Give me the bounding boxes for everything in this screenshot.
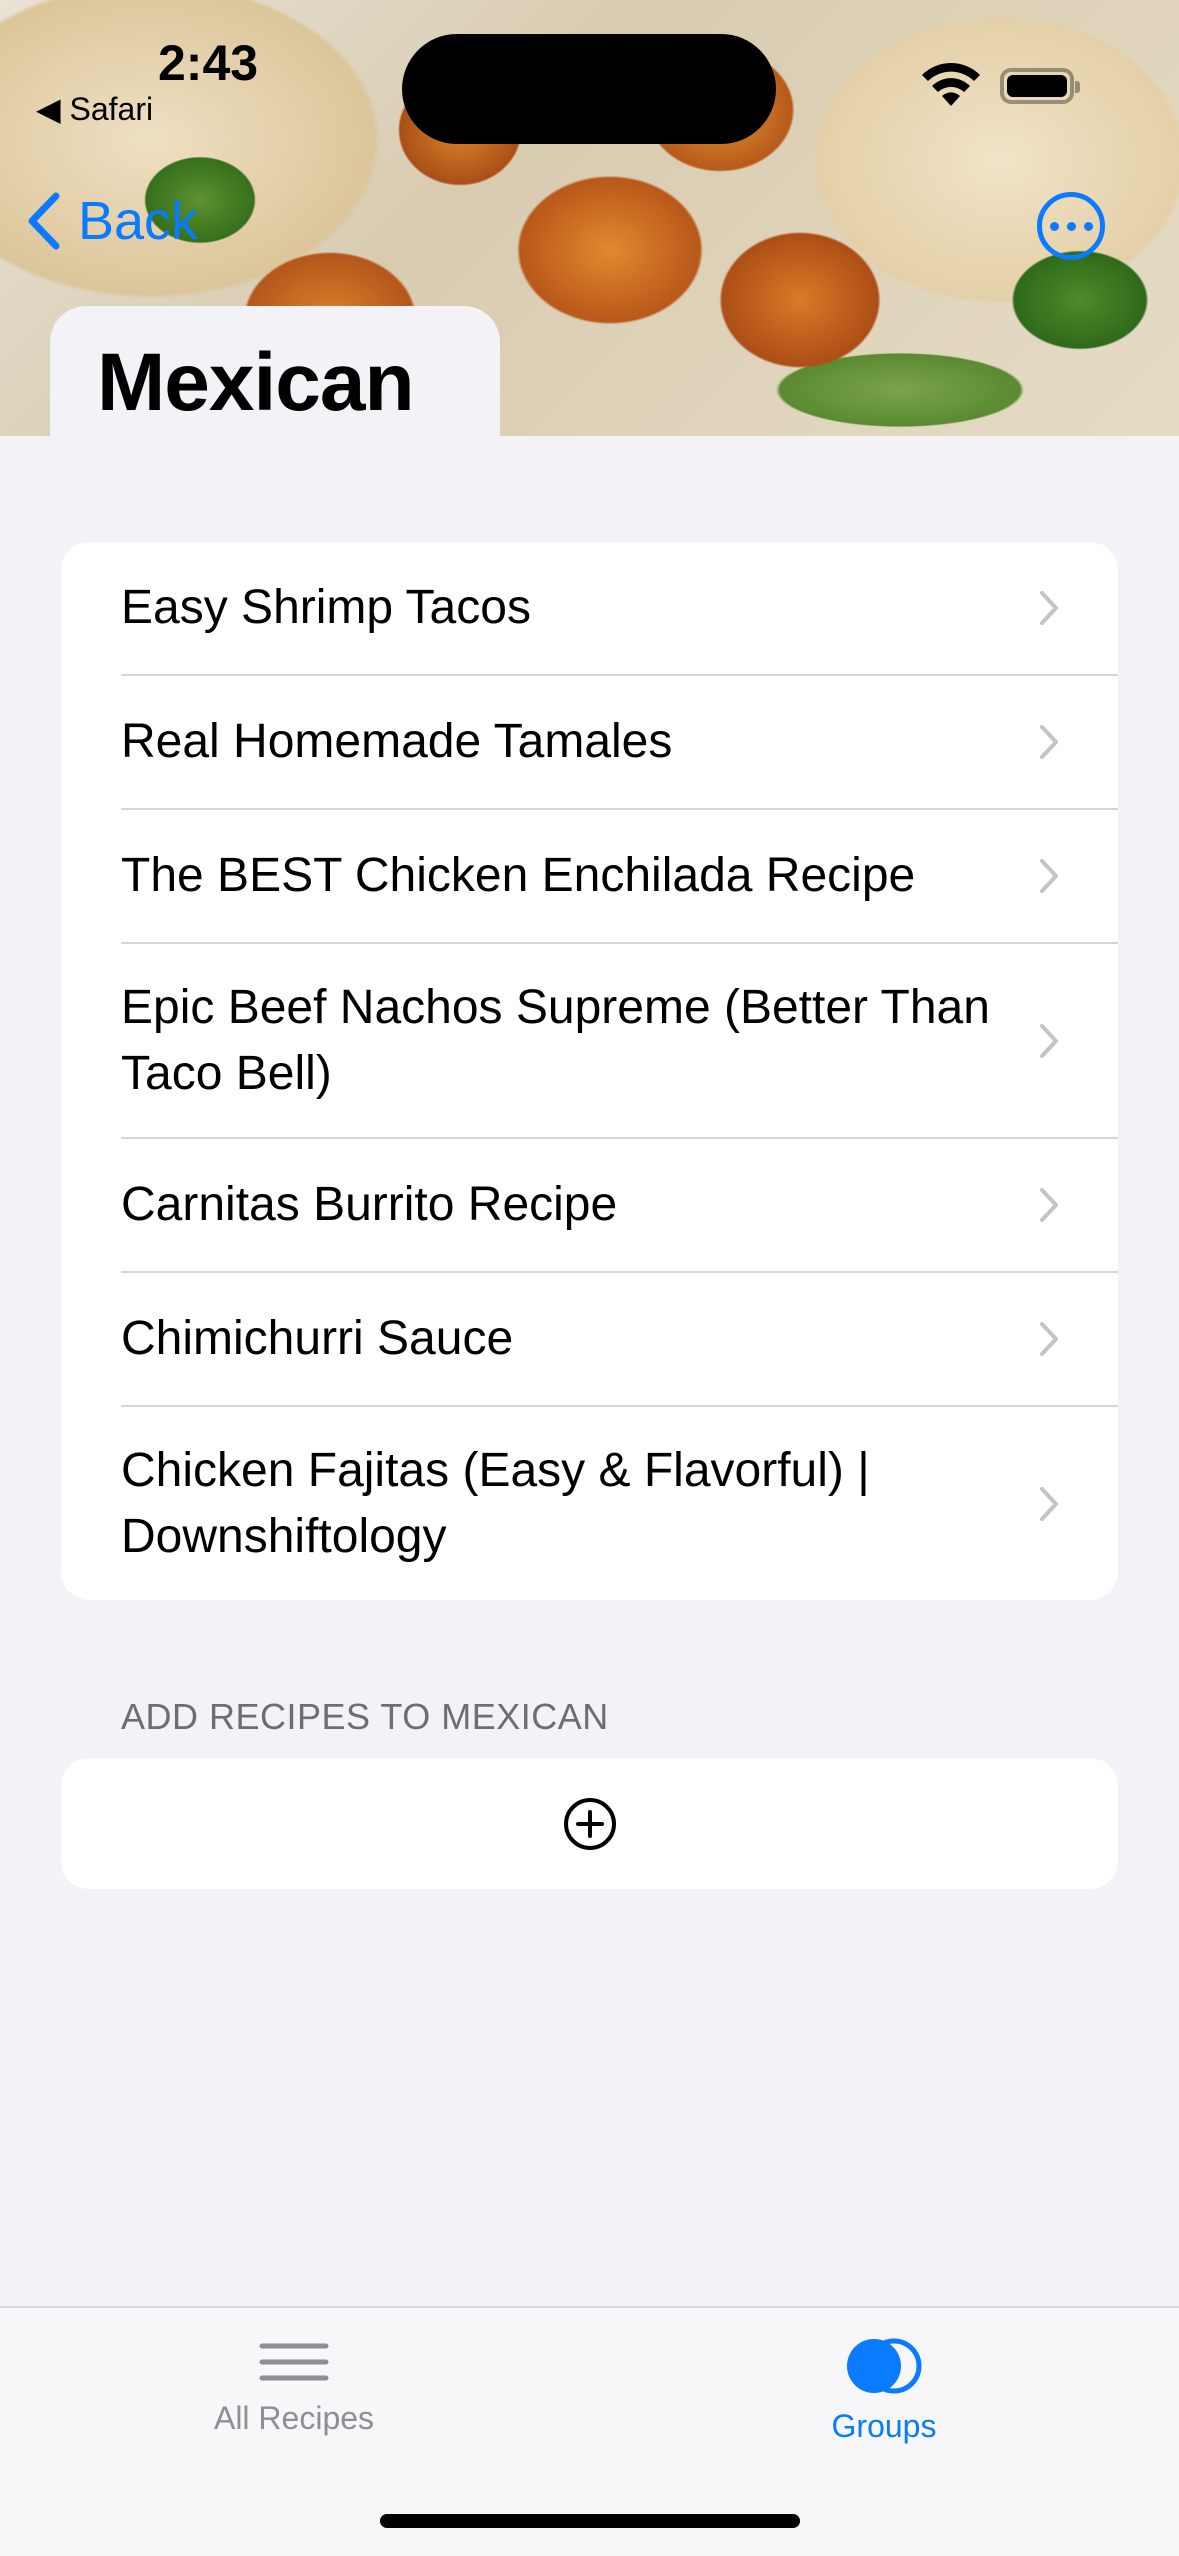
tab-groups[interactable]: Groups <box>734 2338 1034 2445</box>
recipe-title: Chicken Fajitas (Easy & Flavorful) | Dow… <box>121 1443 870 1563</box>
recipe-row[interactable]: Easy Shrimp Tacos <box>61 542 1118 674</box>
recipe-title: Chimichurri Sauce <box>121 1312 514 1365</box>
page-title: Mexican <box>97 337 415 428</box>
more-icon <box>1049 221 1059 231</box>
recipe-title: Carnitas Burrito Recipe <box>121 1178 618 1231</box>
back-to-safari[interactable]: ◀ Safari <box>36 90 153 128</box>
recipe-title: Real Homemade Tamales <box>121 715 673 768</box>
status-time: 2:43 <box>158 35 259 91</box>
chevron-right-icon <box>1040 591 1058 625</box>
back-label: Back <box>78 191 199 251</box>
chevron-right-icon <box>1040 859 1058 893</box>
tab-all-recipes[interactable]: All Recipes <box>144 2338 444 2437</box>
back-button[interactable]: Back <box>24 190 198 252</box>
chevron-right-icon <box>1040 725 1058 759</box>
recipe-row[interactable]: Chimichurri Sauce <box>61 1273 1118 1405</box>
recipe-title: The BEST Chicken Enchilada Recipe <box>121 849 916 902</box>
chevron-right-icon <box>1040 1486 1058 1521</box>
plus-circle-icon <box>563 1797 616 1850</box>
recipe-list: Easy Shrimp Tacos Real Homemade Tamales … <box>61 542 1118 1600</box>
chevron-right-icon <box>1040 1023 1058 1058</box>
recipe-row[interactable]: The BEST Chicken Enchilada Recipe <box>61 810 1118 942</box>
dynamic-island <box>402 34 776 144</box>
home-indicator <box>380 2514 800 2528</box>
add-recipes-header: ADD RECIPES TO MEXICAN <box>121 1696 609 1737</box>
chevron-right-icon <box>1040 1322 1058 1356</box>
recipe-title: Easy Shrimp Tacos <box>121 581 531 634</box>
tab-label: Groups <box>831 2408 937 2444</box>
more-options-button[interactable] <box>1037 192 1105 260</box>
recipe-row[interactable]: Epic Beef Nachos Supreme (Better Than Ta… <box>61 944 1118 1137</box>
battery-icon <box>1000 68 1080 104</box>
chevron-left-icon <box>28 192 60 250</box>
recipe-row[interactable]: Carnitas Burrito Recipe <box>61 1139 1118 1271</box>
recipe-title: Epic Beef Nachos Supreme (Better Than Ta… <box>121 980 990 1100</box>
tab-label: All Recipes <box>213 2400 375 2436</box>
recipe-row[interactable]: Chicken Fajitas (Easy & Flavorful) | Dow… <box>61 1407 1118 1600</box>
wifi-icon <box>922 62 980 106</box>
add-recipe-button[interactable] <box>61 1758 1118 1889</box>
more-icon-dot <box>1083 221 1093 231</box>
recipe-row[interactable]: Real Homemade Tamales <box>61 676 1118 808</box>
chevron-right-icon <box>1040 1188 1058 1222</box>
list-icon <box>259 2343 329 2381</box>
groups-icon <box>847 2338 922 2394</box>
more-icon-dot <box>1066 221 1076 231</box>
header-divider <box>0 436 1179 456</box>
